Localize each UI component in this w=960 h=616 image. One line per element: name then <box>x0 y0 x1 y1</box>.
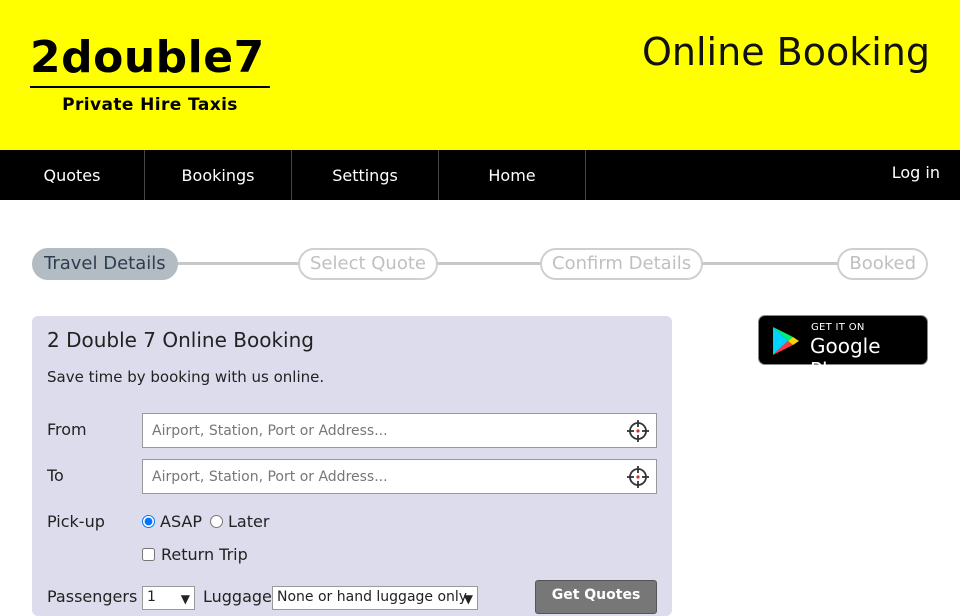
luggage-select[interactable]: None or hand luggage only ▼ <box>272 586 478 610</box>
passengers-select[interactable]: 1 ▼ <box>142 586 195 610</box>
pickup-asap-radio[interactable] <box>142 515 155 528</box>
luggage-label: Luggage <box>203 587 272 606</box>
return-trip-checkbox[interactable] <box>142 548 155 561</box>
form-subtitle: Save time by booking with us online. <box>47 368 325 386</box>
to-input[interactable] <box>143 460 613 493</box>
logo-wordmark: 2double7 <box>30 32 265 83</box>
booking-form: 2 Double 7 Online Booking Save time by b… <box>32 316 672 616</box>
logo-tagline: Private Hire Taxis <box>62 95 238 115</box>
luggage-value: None or hand luggage only <box>277 589 468 605</box>
chevron-down-icon: ▼ <box>180 592 190 606</box>
progress-line <box>52 262 908 265</box>
get-quotes-button[interactable]: Get Quotes <box>535 580 657 614</box>
to-label: To <box>47 466 64 485</box>
site-header: 2double7 Private Hire Taxis Online Booki… <box>0 0 960 150</box>
nav-item-home[interactable]: Home <box>439 150 586 200</box>
step-confirm-details: Confirm Details <box>540 248 704 280</box>
google-play-icon <box>773 327 799 355</box>
logo[interactable]: 2double7 Private Hire Taxis <box>30 30 270 115</box>
locate-icon[interactable] <box>626 465 650 489</box>
nav-item-quotes[interactable]: Quotes <box>0 150 145 200</box>
from-input[interactable] <box>143 414 613 447</box>
main-nav: Quotes Bookings Settings Home Log in <box>0 150 960 200</box>
pickup-later-label: Later <box>228 512 270 531</box>
return-trip-label: Return Trip <box>161 545 248 564</box>
page-title: Online Booking <box>642 30 930 74</box>
passengers-label: Passengers <box>47 587 138 606</box>
nav-item-bookings[interactable]: Bookings <box>145 150 292 200</box>
passengers-value: 1 <box>147 589 156 605</box>
from-field <box>142 413 657 448</box>
pickup-later-radio[interactable] <box>210 515 223 528</box>
step-booked: Booked <box>837 248 928 280</box>
locate-icon[interactable] <box>626 419 650 443</box>
nav-item-settings[interactable]: Settings <box>292 150 439 200</box>
badge-store-name: Google Play <box>810 334 881 382</box>
google-play-badge[interactable]: GET IT ON Google Play <box>758 315 928 382</box>
from-label: From <box>47 420 87 439</box>
pickup-options: ASAP Later <box>142 512 269 531</box>
return-trip-option: Return Trip <box>142 545 248 564</box>
form-title: 2 Double 7 Online Booking <box>47 328 314 352</box>
chevron-down-icon: ▼ <box>463 592 473 606</box>
logo-divider <box>30 86 270 88</box>
to-field <box>142 459 657 494</box>
badge-get-it-on: GET IT ON <box>811 322 865 333</box>
pickup-asap-label: ASAP <box>160 512 202 531</box>
login-link[interactable]: Log in <box>892 150 940 200</box>
pickup-label: Pick-up <box>47 512 105 531</box>
step-travel-details: Travel Details <box>32 248 178 280</box>
step-select-quote: Select Quote <box>298 248 438 280</box>
booking-progress: Travel Details Select Quote Confirm Deta… <box>32 248 928 280</box>
